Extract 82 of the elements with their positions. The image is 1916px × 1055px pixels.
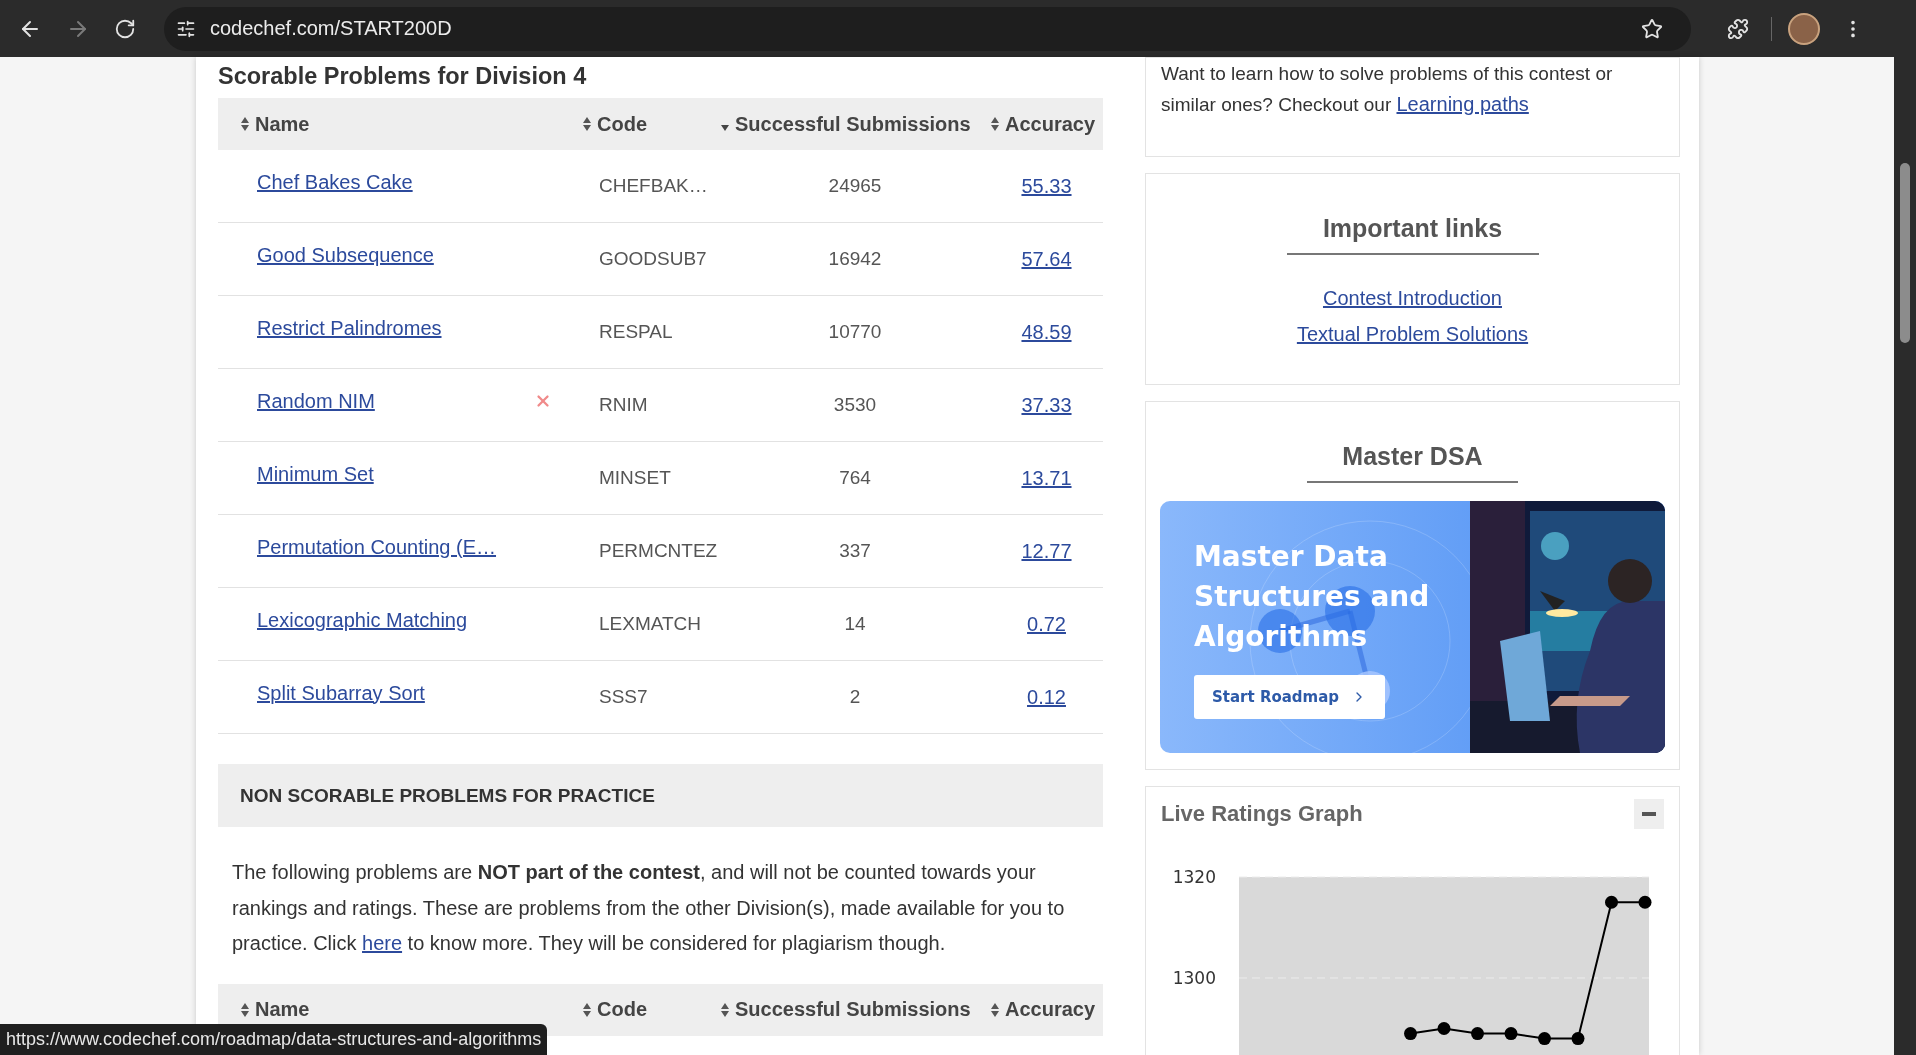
roadmap-banner[interactable]: Master Data Structures and Algorithms Start Roadmap bbox=[1160, 501, 1665, 753]
column-header[interactable]: Name bbox=[255, 998, 310, 1021]
profile-avatar[interactable] bbox=[1788, 12, 1820, 45]
rating-point bbox=[1638, 895, 1652, 909]
axis-label: 1320 bbox=[1172, 867, 1216, 887]
accuracy-link[interactable]: 55.33 bbox=[1021, 174, 1072, 198]
accuracy-link[interactable]: 13.71 bbox=[1021, 466, 1072, 490]
problem-code: CHEFBAK… bbox=[598, 175, 708, 197]
problem-link[interactable]: Good Subsequence bbox=[257, 243, 434, 267]
card-heading: Live Ratings Graph bbox=[1161, 801, 1363, 827]
problem-link[interactable]: Random NIM bbox=[257, 389, 375, 413]
problem-link[interactable]: Split Subarray Sort bbox=[257, 681, 425, 705]
problem-code: SSS7 bbox=[598, 686, 648, 708]
notice-paragraph: The following problems are NOT part of the contest, and will not be counted towards your rankings and ratings. These are problems from the other Division(s), made available for you to practice. Click here to know more. They will be considered for plagiarism though. bbox=[232, 860, 1066, 956]
column-header[interactable]: Code bbox=[597, 998, 647, 1021]
problem-code: MINSET bbox=[598, 467, 671, 489]
problem-code: PERMCNTEZ bbox=[598, 540, 718, 562]
problem-link[interactable]: Chef Bakes Cake bbox=[257, 170, 413, 194]
problem-link[interactable]: Restrict Palindromes bbox=[257, 316, 442, 340]
sort-icon[interactable] bbox=[720, 1001, 730, 1018]
axis-label: 1300 bbox=[1172, 968, 1216, 988]
problem-link[interactable]: Permutation Counting (E… bbox=[257, 535, 496, 559]
important-link[interactable]: Contest Introduction bbox=[1323, 287, 1502, 310]
accuracy-link[interactable]: 0.72 bbox=[1027, 612, 1066, 636]
start-roadmap-button[interactable]: Start Roadmap bbox=[1194, 675, 1386, 719]
sort-icon[interactable] bbox=[240, 1001, 250, 1018]
accuracy-link[interactable]: 57.64 bbox=[1021, 247, 1072, 271]
problem-link[interactable]: Lexicographic Matching bbox=[257, 608, 468, 632]
link-status-url: https://www.codechef.com/roadmap/data-structures-and-algorithms bbox=[0, 1024, 548, 1055]
column-header[interactable]: Code bbox=[597, 112, 647, 136]
submissions-count: 14 bbox=[844, 613, 866, 635]
accuracy-link[interactable]: 37.33 bbox=[1021, 393, 1072, 417]
column-header[interactable]: Accuracy bbox=[1005, 998, 1096, 1021]
url-text: codechef.com/START200D bbox=[210, 17, 453, 40]
rating-point bbox=[1571, 1032, 1585, 1046]
sort-icon[interactable] bbox=[582, 1001, 592, 1018]
problem-code: RNIM bbox=[598, 394, 648, 416]
accuracy-link[interactable]: 0.12 bbox=[1027, 685, 1066, 709]
column-header[interactable]: Accuracy bbox=[1005, 112, 1096, 136]
section-title: Scorable Problems for Division 4 bbox=[218, 63, 588, 90]
submissions-count: 3530 bbox=[833, 394, 877, 416]
reload-icon[interactable] bbox=[114, 17, 136, 40]
collapse-button[interactable] bbox=[1634, 799, 1664, 829]
problem-link[interactable]: Minimum Set bbox=[257, 462, 374, 486]
scrollbar[interactable] bbox=[1894, 57, 1916, 1055]
submissions-count: 10770 bbox=[828, 321, 882, 343]
submissions-count: 24965 bbox=[828, 175, 882, 197]
rating-point bbox=[1538, 1032, 1551, 1046]
rating-point bbox=[1404, 1027, 1417, 1041]
problem-code: RESPAL bbox=[598, 321, 673, 343]
problem-code: LEXMATCH bbox=[598, 613, 702, 635]
submissions-count: 764 bbox=[839, 467, 871, 489]
rating-point bbox=[1605, 895, 1618, 909]
card-heading: Master DSA bbox=[1307, 442, 1518, 483]
submissions-count: 2 bbox=[849, 686, 861, 708]
accuracy-link[interactable]: 12.77 bbox=[1021, 539, 1072, 563]
rating-point bbox=[1504, 1027, 1518, 1041]
learning-text: Want to learn how to solve problems of this contest or similar ones? Checkout our Learning paths bbox=[1161, 62, 1614, 117]
column-header[interactable]: Successful Submissions bbox=[735, 998, 971, 1021]
rating-point bbox=[1471, 1027, 1484, 1041]
submissions-count: 16942 bbox=[828, 248, 882, 270]
sort-icon[interactable] bbox=[990, 1001, 1000, 1018]
accuracy-link[interactable]: 48.59 bbox=[1021, 320, 1072, 344]
card-heading: Important links bbox=[1286, 214, 1539, 255]
address-bar[interactable]: codechef.com/START200D bbox=[164, 6, 1691, 51]
column-header[interactable]: Successful Submissions bbox=[735, 112, 971, 136]
cross-icon bbox=[534, 392, 552, 410]
banner-headline: Master Data Structures and Algorithms bbox=[1194, 539, 1431, 655]
problem-code: GOODSUB7 bbox=[598, 248, 707, 270]
section-title: NON SCORABLE PROBLEMS FOR PRACTICE bbox=[240, 784, 655, 807]
important-link[interactable]: Textual Problem Solutions bbox=[1296, 323, 1529, 346]
column-header[interactable]: Name bbox=[255, 112, 310, 136]
site-settings-icon[interactable] bbox=[176, 18, 196, 39]
submissions-count: 337 bbox=[839, 540, 871, 562]
sort-icon[interactable] bbox=[990, 116, 1000, 132]
sort-descending-icon[interactable] bbox=[720, 124, 730, 132]
sort-icon[interactable] bbox=[240, 116, 250, 132]
here-link[interactable]: here bbox=[362, 932, 403, 954]
minus-icon bbox=[1642, 812, 1656, 816]
rating-point bbox=[1437, 1022, 1451, 1035]
learning-paths-link[interactable]: Learning paths bbox=[1396, 93, 1529, 115]
sort-icon[interactable] bbox=[582, 116, 592, 132]
